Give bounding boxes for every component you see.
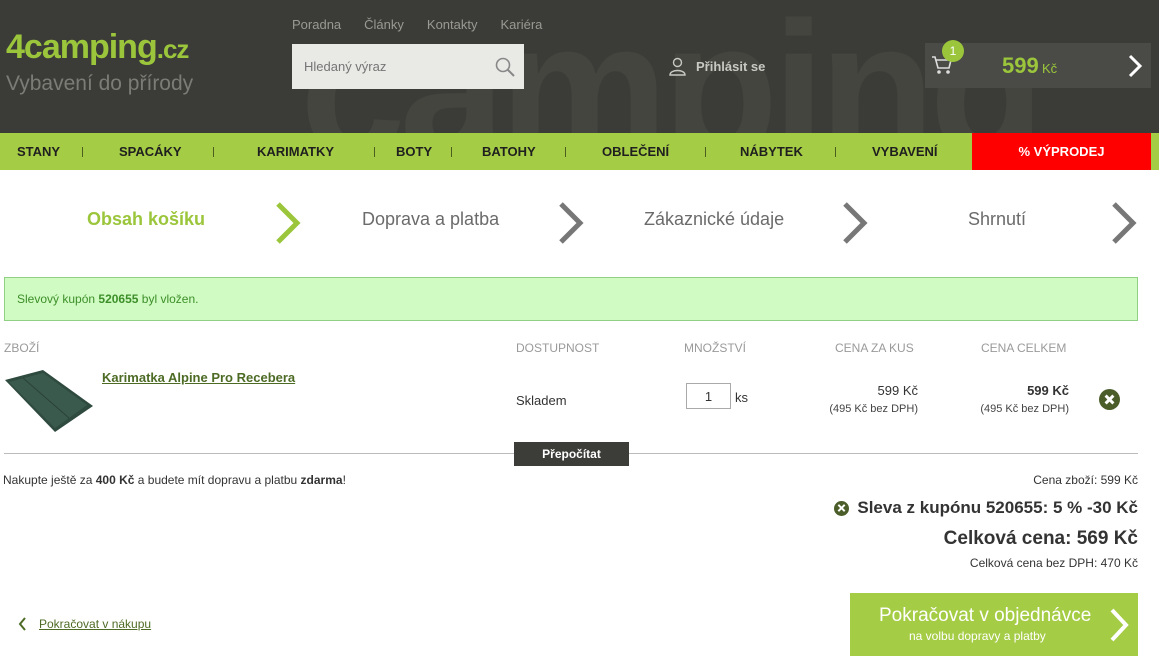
user-icon [669,57,686,76]
login-label: Přihlásit se [696,59,766,74]
step-chevron-icon [1112,202,1137,244]
chevron-right-icon [1128,54,1143,78]
top-link-clanky[interactable]: Články [364,17,404,32]
nav-separator [565,147,566,157]
step-chevron-icon [843,202,868,244]
unit-price: 599 Kč [877,383,918,398]
total-price-no-vat-summary: Celková cena bez DPH: 470 Kč [969,556,1138,570]
step-chevron-icon [276,202,301,244]
cart-count-badge: 1 [942,40,964,62]
chevron-right-icon [1110,608,1129,642]
total-price-summary: Celková cena: 569 Kč [943,528,1138,549]
remove-item-icon[interactable] [1099,389,1120,410]
search-icon[interactable] [494,56,516,78]
step-customer-details[interactable]: Zákaznické údaje [644,209,784,230]
nav-item-obleceni[interactable]: OBLEČENÍ [602,133,669,170]
recalculate-button[interactable]: Přepočítat [514,442,629,466]
step-chevron-icon [559,202,584,244]
nav-separator [705,147,706,157]
nav-item-vybaveni[interactable]: VYBAVENÍ [872,133,938,170]
step-shipping-payment[interactable]: Doprava a platba [362,209,499,230]
alert-coupon-code: 520655 [98,292,139,306]
step-summary[interactable]: Shrnutí [968,209,1026,230]
goods-price: Cena zboží: 599 Kč [1033,473,1138,487]
cart-page: camping 4camping.cz Vybavení do přírody … [0,0,1159,669]
unit-price-no-vat: (495 Kč bez DPH) [829,403,918,415]
cart-currency: Kč [1042,61,1058,76]
step-cart-contents: Obsah košíku [87,209,206,229]
top-link-poradna[interactable]: Poradna [292,17,341,32]
column-header-quantity: MNOŽSTVÍ [684,341,746,355]
free-shipping-notice: Nakupte ještě za 400 Kč a budete mít dop… [3,473,346,487]
column-header-availability: DOSTUPNOST [516,341,600,355]
nav-item-stany[interactable]: STANY [17,133,60,170]
nav-item-spacaky[interactable]: SPACÁKY [119,133,182,170]
coupon-discount-text: Sleva z kupónu 520655: 5 % -30 Kč [857,498,1138,517]
login-link[interactable]: Přihlásit se [669,57,765,76]
product-availability: Skladem [516,393,567,408]
site-logo[interactable]: 4camping.cz Vybavení do přírody [6,30,193,96]
nav-item-sale[interactable]: % VÝPRODEJ [972,133,1151,170]
nav-item-boty[interactable]: BOTY [396,133,432,170]
nav-item-nabytek[interactable]: NÁBYTEK [740,133,803,170]
cart-price: 599 [1002,53,1039,78]
top-link-kariera[interactable]: Kariéra [501,17,543,32]
top-link-kontakty[interactable]: Kontakty [427,17,478,32]
top-links: Poradna Články Kontakty Kariéra [292,17,565,32]
logo-tagline: Vybavení do přírody [6,72,194,95]
nav-item-batohy[interactable]: BATOHY [482,133,536,170]
quantity-input[interactable] [686,383,731,409]
total-price-no-vat: (495 Kč bez DPH) [980,403,1069,415]
column-header-total-price: CENA CELKEM [981,341,1067,355]
checkout-button-label: Pokračovat v objednávce [879,605,1092,626]
product-name-link[interactable]: Karimatka Alpine Pro Recebera [102,370,295,385]
nav-separator [213,147,214,157]
checkout-button-sublabel: na volbu dopravy a platby [909,629,1046,643]
chevron-left-icon [18,617,26,631]
nav-separator [82,147,83,157]
nav-separator [374,147,375,157]
nav-separator [835,147,836,157]
quantity-unit: ks [735,390,748,405]
continue-shopping-link[interactable]: Pokračovat v nákupu [18,617,151,631]
product-image[interactable] [3,368,95,434]
column-header-product: ZBOŽÍ [4,341,40,355]
coupon-success-alert: Slevový kupón 520655 byl vložen. [4,277,1138,321]
nav-separator [451,147,452,157]
proceed-to-checkout-button[interactable]: Pokračovat v objednávce na volbu dopravy… [850,593,1138,656]
search-box [292,44,524,89]
column-header-unit-price: CENA ZA KUS [835,341,914,355]
coupon-discount-line: Sleva z kupónu 520655: 5 % -30 Kč [834,498,1138,518]
total-price: 599 Kč [1027,383,1069,398]
remove-coupon-icon[interactable] [834,500,850,516]
search-input[interactable] [292,44,482,89]
nav-item-karimatky[interactable]: KARIMATKY [257,133,334,170]
logo-wordmark: 4camping.cz [6,28,189,66]
